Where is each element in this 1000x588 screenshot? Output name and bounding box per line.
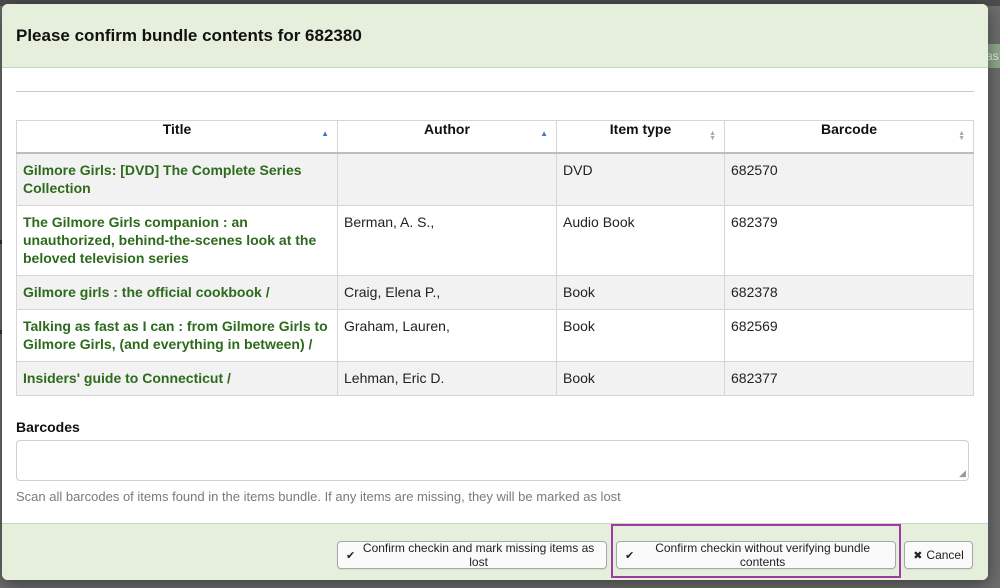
cell-item-type: Book <box>556 361 725 396</box>
cell-author: Craig, Elena P., <box>337 275 557 310</box>
title-link[interactable]: The Gilmore Girls companion : an unautho… <box>23 214 316 266</box>
column-header-item-type[interactable]: Item type ▲ ▼ <box>556 120 725 154</box>
check-icon: ✔ <box>346 549 356 562</box>
table-row: Gilmore Girls: [DVD] The Complete Series… <box>16 152 974 206</box>
close-icon: ✖ <box>913 549 923 562</box>
cell-author <box>337 152 557 206</box>
column-header-title[interactable]: Title ▲ <box>16 120 338 154</box>
button-label: Confirm checkin without verifying bundle… <box>655 541 870 569</box>
column-label: Title <box>162 121 192 137</box>
modal-body: Title ▲ Author ▲ Item type ▲ ▼ Barcode ▲ ▼ <box>2 68 988 523</box>
cell-barcode: 682570 <box>724 152 974 206</box>
modal-footer: ✔ Confirm checkin and mark missing items… <box>2 523 988 580</box>
barcodes-label: Barcodes <box>16 419 80 435</box>
title-link[interactable]: Gilmore girls : the official cookbook / <box>23 284 270 300</box>
column-label: Barcode <box>820 121 878 137</box>
backdrop-button-fragment: as <box>986 44 1000 68</box>
column-header-barcode[interactable]: Barcode ▲ ▼ <box>724 120 974 154</box>
barcodes-textarea[interactable] <box>16 440 969 481</box>
check-icon: ✔ <box>625 549 635 562</box>
column-label: Item type <box>609 121 672 137</box>
cell-item-type: Book <box>556 309 725 362</box>
table-row: The Gilmore Girls companion : an unautho… <box>16 205 974 276</box>
cell-title: The Gilmore Girls companion : an unautho… <box>16 205 338 276</box>
sort-both-icon: ▲ ▼ <box>958 130 965 142</box>
title-link[interactable]: Insiders' guide to Connecticut / <box>23 370 231 386</box>
cell-title: Gilmore Girls: [DVD] The Complete Series… <box>16 152 338 206</box>
sort-both-icon: ▲ ▼ <box>709 130 716 142</box>
confirm-bundle-modal: Please confirm bundle contents for 68238… <box>2 4 988 580</box>
divider <box>16 91 974 92</box>
button-label: Confirm checkin and mark missing items a… <box>362 541 595 569</box>
column-label: Author <box>424 121 470 137</box>
title-link[interactable]: Gilmore Girls: [DVD] The Complete Series… <box>23 162 302 196</box>
bundle-items-table: Title ▲ Author ▲ Item type ▲ ▼ Barcode ▲ ▼ <box>16 120 974 396</box>
column-header-author[interactable]: Author ▲ <box>337 120 557 154</box>
cell-author: Lehman, Eric D. <box>337 361 557 396</box>
cell-title: Gilmore girls : the official cookbook / <box>16 275 338 310</box>
cancel-button[interactable]: ✖ Cancel <box>904 541 973 569</box>
cell-item-type: DVD <box>556 152 725 206</box>
modal-header: Please confirm bundle contents for 68238… <box>2 4 988 68</box>
cell-author: Graham, Lauren, <box>337 309 557 362</box>
cell-barcode: 682378 <box>724 275 974 310</box>
cell-author: Berman, A. S., <box>337 205 557 276</box>
confirm-mark-missing-button[interactable]: ✔ Confirm checkin and mark missing items… <box>337 541 607 569</box>
resize-grip-icon[interactable]: ◢ <box>959 468 969 478</box>
table-row: Gilmore girls : the official cookbook / … <box>16 275 974 310</box>
cell-item-type: Book <box>556 275 725 310</box>
cell-item-type: Audio Book <box>556 205 725 276</box>
button-label: Cancel <box>926 548 964 562</box>
cell-title: Insiders' guide to Connecticut / <box>16 361 338 396</box>
table-header-row: Title ▲ Author ▲ Item type ▲ ▼ Barcode ▲ ▼ <box>16 120 974 154</box>
cell-barcode: 682569 <box>724 309 974 362</box>
sort-asc-icon: ▲ <box>321 129 329 138</box>
table-row: Talking as fast as I can : from Gilmore … <box>16 309 974 362</box>
table-row: Insiders' guide to Connecticut / Lehman,… <box>16 361 974 396</box>
confirm-without-verify-button[interactable]: ✔ Confirm checkin without verifying bund… <box>616 541 896 569</box>
cell-barcode: 682379 <box>724 205 974 276</box>
cell-barcode: 682377 <box>724 361 974 396</box>
sort-asc-icon: ▲ <box>540 129 548 138</box>
cell-title: Talking as fast as I can : from Gilmore … <box>16 309 338 362</box>
barcodes-help-text: Scan all barcodes of items found in the … <box>16 489 621 504</box>
modal-title: Please confirm bundle contents for 68238… <box>16 25 362 45</box>
title-link[interactable]: Talking as fast as I can : from Gilmore … <box>23 318 328 352</box>
